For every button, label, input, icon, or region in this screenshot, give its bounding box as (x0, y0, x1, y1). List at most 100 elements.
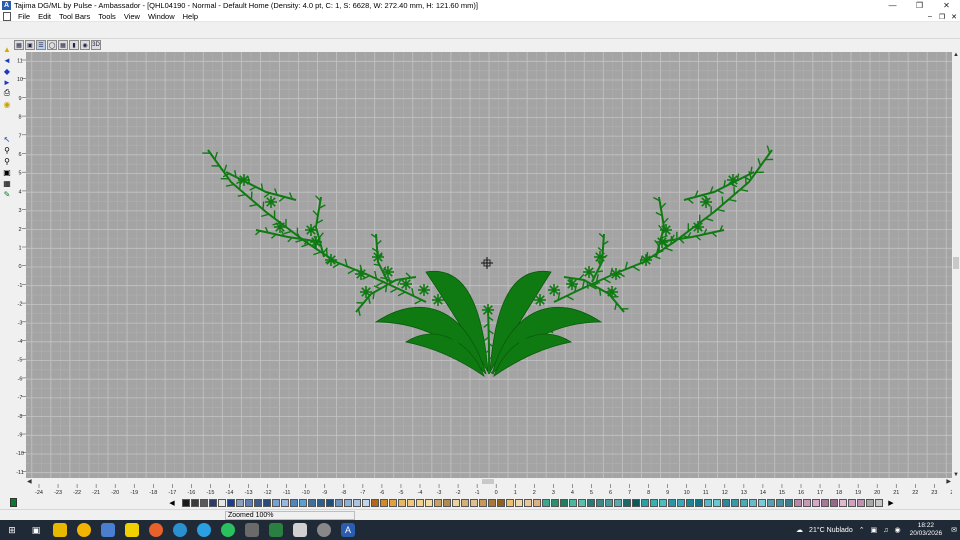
palette-swatch[interactable] (578, 498, 586, 507)
palette-swatch[interactable] (776, 498, 784, 507)
open-folder-icon[interactable]: ▲ (2, 44, 12, 54)
grid-toggle-icon[interactable]: ▦ (2, 178, 12, 188)
palette-swatch[interactable] (632, 498, 640, 507)
tray-chevron-icon[interactable]: ⌃ (859, 526, 865, 534)
close-button[interactable]: ✕ (933, 0, 960, 11)
palette-swatch[interactable] (461, 498, 469, 507)
palette-swatch[interactable] (236, 498, 244, 507)
palette-swatch[interactable] (533, 498, 541, 507)
palette-swatch[interactable] (452, 498, 460, 507)
palette-swatch[interactable] (497, 498, 505, 507)
menu-help[interactable]: Help (179, 12, 202, 21)
screen-icon[interactable] (101, 523, 115, 537)
arrow-right-icon[interactable]: ► (2, 77, 12, 87)
vertical-scrollbar[interactable]: ▲ ▼ (952, 52, 960, 478)
weather-icon[interactable]: ☁ (796, 526, 803, 534)
palette-swatch[interactable] (812, 498, 820, 507)
menu-window[interactable]: Window (144, 12, 179, 21)
thread-spool-icon[interactable]: ▮ (69, 40, 79, 50)
palette-swatch[interactable] (281, 498, 289, 507)
whatsapp-icon[interactable] (221, 523, 235, 537)
palette-swatch[interactable] (299, 498, 307, 507)
restore-button[interactable]: ❐ (906, 0, 933, 11)
palette-swatch[interactable] (794, 498, 802, 507)
palette-swatch[interactable] (875, 498, 883, 507)
language-icon[interactable]: ◉ (894, 526, 900, 534)
palette-swatch[interactable] (713, 498, 721, 507)
palette-swatch[interactable] (596, 498, 604, 507)
cube-icon[interactable] (245, 523, 259, 537)
palette-swatch[interactable] (848, 498, 856, 507)
fit-icon[interactable]: ▣ (2, 167, 12, 177)
clock[interactable]: 18:22 20/03/2026 (910, 522, 943, 538)
palette-swatch[interactable] (605, 498, 613, 507)
lightbulb-icon[interactable]: ◉ (2, 99, 12, 109)
notes-icon[interactable] (125, 523, 139, 537)
palette-swatch[interactable] (560, 498, 568, 507)
grid-bars-icon[interactable]: ☰ (36, 40, 46, 50)
menu-tools[interactable]: Tools (94, 12, 120, 21)
palette-swatch[interactable] (344, 498, 352, 507)
cloud-app-icon[interactable] (293, 523, 307, 537)
measure-icon[interactable]: ✎ (2, 189, 12, 199)
palette-swatch[interactable] (803, 498, 811, 507)
network-icon[interactable]: ▣ (871, 526, 878, 534)
scroll-down-icon[interactable]: ▼ (953, 472, 959, 478)
palette-swatch[interactable] (425, 498, 433, 507)
palette-swatch[interactable] (227, 498, 235, 507)
zoom-in-icon[interactable]: ⚲ (2, 145, 12, 155)
palette-swatch[interactable] (551, 498, 559, 507)
palette-swatch[interactable] (371, 498, 379, 507)
vertical-scroll-thumb[interactable] (953, 257, 959, 269)
menu-edit[interactable]: Edit (34, 12, 55, 21)
palette-next-icon[interactable]: ▶ (887, 499, 895, 507)
palette-swatch[interactable] (389, 498, 397, 507)
palette-swatch[interactable] (785, 498, 793, 507)
palette-swatch[interactable] (362, 498, 370, 507)
printer-icon[interactable]: ⎙ (2, 88, 12, 98)
gallery-icon[interactable] (269, 523, 283, 537)
palette-swatch[interactable] (434, 498, 442, 507)
menu-file[interactable]: File (14, 12, 34, 21)
palette-swatch[interactable] (209, 498, 217, 507)
palette-swatch[interactable] (740, 498, 748, 507)
zoom-out-icon[interactable]: ⚲ (2, 156, 12, 166)
palette-swatch[interactable] (326, 498, 334, 507)
palette-swatch[interactable] (722, 498, 730, 507)
palette-swatch[interactable] (668, 498, 676, 507)
palette-swatch[interactable] (524, 498, 532, 507)
volume-icon[interactable]: ♫ (883, 527, 888, 534)
settings-app-icon[interactable] (317, 523, 331, 537)
palette-swatch[interactable] (479, 498, 487, 507)
palette-swatch[interactable] (641, 498, 649, 507)
arrow-up-icon[interactable]: ◆ (2, 66, 12, 76)
palette-swatch[interactable] (623, 498, 631, 507)
palette-swatch[interactable] (839, 498, 847, 507)
palette-swatch[interactable] (767, 498, 775, 507)
tajima-taskbar-icon[interactable]: A (341, 523, 355, 537)
palette-swatch[interactable] (569, 498, 577, 507)
task-view-icon[interactable]: ▣ (29, 523, 43, 537)
palette-swatch[interactable] (308, 498, 316, 507)
palette-swatch[interactable] (659, 498, 667, 507)
doc-close-button[interactable]: ✕ (948, 11, 960, 22)
active-thread-swatch[interactable] (10, 498, 17, 507)
palette-swatch[interactable] (866, 498, 874, 507)
avast-icon[interactable] (77, 523, 91, 537)
weather-text[interactable]: 21°C Nublado (809, 527, 853, 534)
palette-swatch[interactable] (191, 498, 199, 507)
palette-swatch[interactable] (515, 498, 523, 507)
design-canvas[interactable] (26, 52, 952, 478)
select-tool-icon[interactable]: ↖ (2, 134, 12, 144)
palette-swatch[interactable] (821, 498, 829, 507)
palette-swatch[interactable] (677, 498, 685, 507)
palette-swatch[interactable] (830, 498, 838, 507)
palette-swatch[interactable] (506, 498, 514, 507)
palette-swatch[interactable] (317, 498, 325, 507)
notifications-icon[interactable]: ✉ (951, 526, 957, 534)
palette-swatch[interactable] (488, 498, 496, 507)
palette-swatch[interactable] (245, 498, 253, 507)
palette-swatch[interactable] (758, 498, 766, 507)
palette-swatch[interactable] (614, 498, 622, 507)
edge-icon[interactable] (173, 523, 187, 537)
